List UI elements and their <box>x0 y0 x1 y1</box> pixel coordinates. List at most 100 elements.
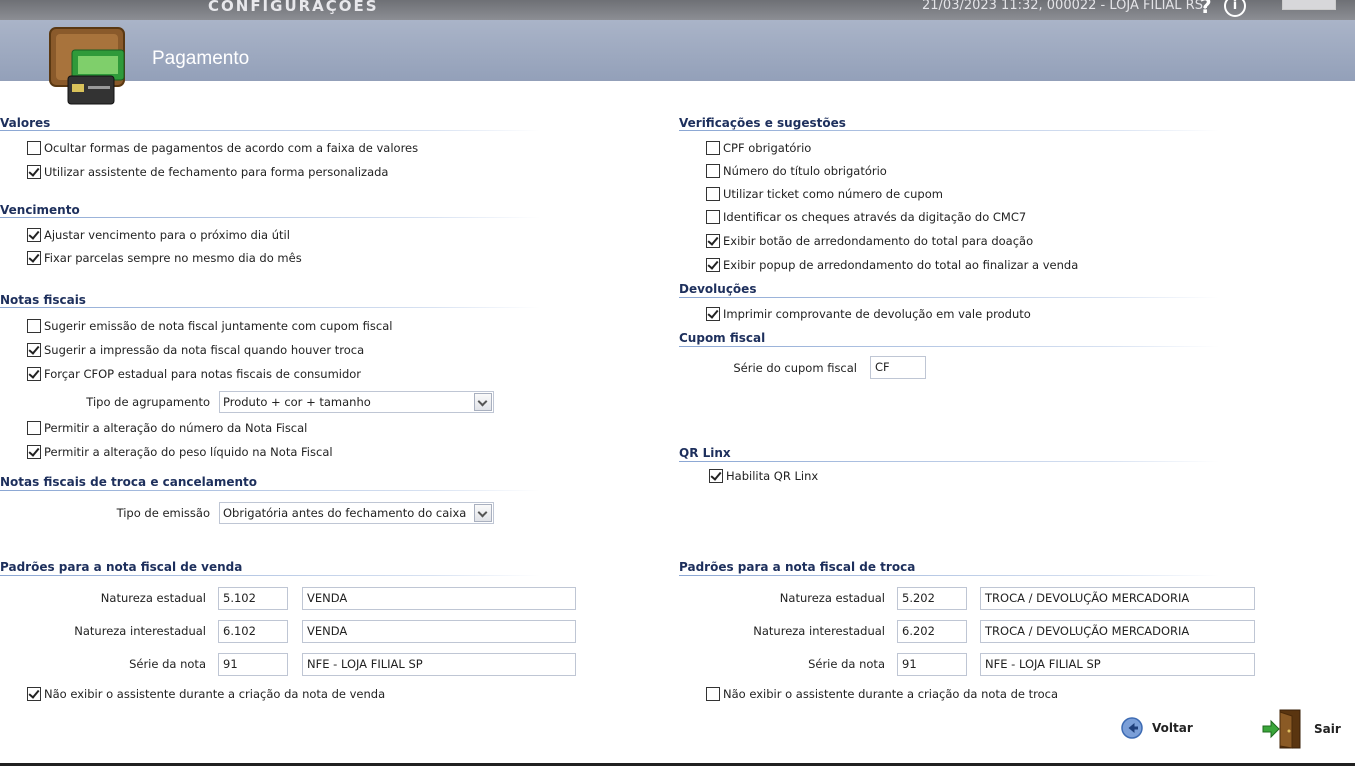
voltar-label: Voltar <box>1152 721 1193 735</box>
troca-natureza-interestadual-code[interactable]: 6.202 <box>897 620 967 643</box>
title-bar: CONFIGURAÇÕES 21/03/2023 11:32, 000022 -… <box>0 0 1355 20</box>
section-padroes-venda: Padrões para a nota fiscal de venda <box>0 560 243 574</box>
checkbox-box[interactable] <box>27 228 41 242</box>
checkbox-box[interactable] <box>706 187 720 201</box>
wallet-icon <box>49 27 125 105</box>
checkbox-box[interactable] <box>709 469 723 483</box>
checkbox-box[interactable] <box>706 687 720 701</box>
checkbox-assistente-fechamento[interactable]: Utilizar assistente de fechamento para f… <box>27 164 388 180</box>
tipo-emissao-label: Tipo de emissão <box>116 506 210 520</box>
section-cupom-fiscal: Cupom fiscal <box>679 331 766 345</box>
venda-serie-code[interactable]: 91 <box>218 653 288 676</box>
sair-button[interactable]: Sair <box>1262 708 1341 750</box>
tipo-agrupamento-label: Tipo de agrupamento <box>86 395 210 409</box>
section-troca-cancelamento: Notas fiscais de troca e cancelamento <box>0 475 258 489</box>
select-value: Obrigatória antes do fechamento do caixa <box>223 506 467 520</box>
checkbox-box[interactable] <box>706 210 720 224</box>
checkbox-popup-arredondamento[interactable]: Exibir popup de arredondamento do total … <box>706 257 1078 273</box>
checkbox-box[interactable] <box>706 164 720 178</box>
venda-natureza-estadual-desc[interactable]: VENDA <box>302 587 576 610</box>
checkbox-box[interactable] <box>27 343 41 357</box>
checkbox-box[interactable] <box>706 307 720 321</box>
troca-natureza-interestadual-label: Natureza interestadual <box>753 624 885 638</box>
venda-natureza-interestadual-desc[interactable]: VENDA <box>302 620 576 643</box>
checkbox-ajustar-vencimento[interactable]: Ajustar vencimento para o próximo dia út… <box>27 227 290 243</box>
checkbox-label: Imprimir comprovante de devolução em val… <box>723 307 1031 321</box>
tipo-emissao-select[interactable]: Obrigatória antes do fechamento do caixa <box>219 502 494 524</box>
divider <box>0 130 540 131</box>
venda-natureza-interestadual-code[interactable]: 6.102 <box>218 620 288 643</box>
info-icon[interactable]: i <box>1224 0 1246 17</box>
venda-natureza-estadual-code[interactable]: 5.102 <box>218 587 288 610</box>
divider <box>679 575 1219 576</box>
checkbox-sugerir-impressao[interactable]: Sugerir a impressão da nota fiscal quand… <box>27 342 364 358</box>
checkbox-box[interactable] <box>27 367 41 381</box>
divider <box>679 297 1219 298</box>
serie-cupom-input[interactable]: CF <box>870 356 926 379</box>
checkbox-forcar-cfop[interactable]: Forçar CFOP estadual para notas fiscais … <box>27 366 361 382</box>
checkbox-botao-arredondamento[interactable]: Exibir botão de arredondamento do total … <box>706 233 1033 249</box>
checkbox-box[interactable] <box>27 687 41 701</box>
window-controls[interactable] <box>1282 0 1336 10</box>
sair-label: Sair <box>1314 722 1341 736</box>
checkbox-cpf-obrigatorio[interactable]: CPF obrigatório <box>706 140 811 156</box>
help-icon[interactable]: ? <box>1200 0 1212 18</box>
back-arrow-icon <box>1121 717 1143 739</box>
checkbox-label: Não exibir o assistente durante a criaçã… <box>723 687 1059 701</box>
troca-natureza-estadual-code[interactable]: 5.202 <box>897 587 967 610</box>
window-title: CONFIGURAÇÕES <box>208 0 379 15</box>
checkbox-sugerir-emissao[interactable]: Sugerir emissão de nota fiscal juntament… <box>27 318 392 334</box>
checkbox-permitir-numero[interactable]: Permitir a alteração do número da Nota F… <box>27 420 307 436</box>
checkbox-nao-exibir-troca[interactable]: Não exibir o assistente durante a criaçã… <box>706 686 1058 702</box>
checkbox-box[interactable] <box>27 251 41 265</box>
venda-serie-label: Série da nota <box>129 657 206 671</box>
checkbox-label: Não exibir o assistente durante a criaçã… <box>44 687 386 701</box>
venda-serie-desc[interactable]: NFE - LOJA FILIAL SP <box>302 653 576 676</box>
divider <box>679 346 1219 347</box>
checkbox-fixar-parcelas[interactable]: Fixar parcelas sempre no mesmo dia do mê… <box>27 250 302 266</box>
header-banner: Pagamento <box>0 20 1355 81</box>
venda-natureza-estadual-label: Natureza estadual <box>100 591 206 605</box>
chevron-down-icon[interactable] <box>474 504 492 522</box>
checkbox-box[interactable] <box>27 319 41 333</box>
checkbox-numero-titulo[interactable]: Número do título obrigatório <box>706 163 887 179</box>
checkbox-label: Utilizar assistente de fechamento para f… <box>44 165 389 179</box>
exit-door-icon <box>1262 709 1301 749</box>
checkbox-label: Sugerir emissão de nota fiscal juntament… <box>44 319 393 333</box>
checkbox-box[interactable] <box>27 165 41 179</box>
section-notas-fiscais: Notas fiscais <box>0 293 86 307</box>
section-padroes-troca: Padrões para a nota fiscal de troca <box>679 560 916 574</box>
voltar-button[interactable]: Voltar <box>1120 716 1193 740</box>
checkbox-box[interactable] <box>27 141 41 155</box>
section-devolucoes: Devoluções <box>679 282 757 296</box>
checkbox-permitir-peso[interactable]: Permitir a alteração do peso líquido na … <box>27 444 333 460</box>
checkbox-box[interactable] <box>27 421 41 435</box>
checkbox-box[interactable] <box>27 445 41 459</box>
section-qr-linx: QR Linx <box>679 446 731 460</box>
serie-cupom-label: Série do cupom fiscal <box>733 361 857 375</box>
checkbox-nao-exibir-venda[interactable]: Não exibir o assistente durante a criaçã… <box>27 686 385 702</box>
checkbox-ocultar-formas[interactable]: Ocultar formas de pagamentos de acordo c… <box>27 140 418 156</box>
troca-serie-desc[interactable]: NFE - LOJA FILIAL SP <box>980 653 1255 676</box>
checkbox-label: Habilita QR Linx <box>726 469 819 483</box>
divider <box>0 575 540 576</box>
checkbox-box[interactable] <box>706 234 720 248</box>
checkbox-box[interactable] <box>706 141 720 155</box>
session-info: 21/03/2023 11:32, 000022 - LOJA FILIAL R… <box>922 0 1208 13</box>
select-value: Produto + cor + tamanho <box>223 395 371 409</box>
chevron-down-icon[interactable] <box>474 393 492 411</box>
troca-serie-label: Série da nota <box>808 657 885 671</box>
checkbox-label: Exibir popup de arredondamento do total … <box>723 258 1079 272</box>
checkbox-ticket-cupom[interactable]: Utilizar ticket como número de cupom <box>706 186 943 202</box>
checkbox-habilita-qr-linx[interactable]: Habilita QR Linx <box>709 468 818 484</box>
checkbox-label: Exibir botão de arredondamento do total … <box>723 234 1034 248</box>
troca-natureza-estadual-desc[interactable]: TROCA / DEVOLUÇÃO MERCADORIA <box>980 587 1255 610</box>
checkbox-cheques-cmc7[interactable]: Identificar os cheques através da digita… <box>706 209 1026 225</box>
tipo-agrupamento-select[interactable]: Produto + cor + tamanho <box>219 391 494 413</box>
troca-serie-code[interactable]: 91 <box>897 653 967 676</box>
checkbox-box[interactable] <box>706 258 720 272</box>
troca-natureza-interestadual-desc[interactable]: TROCA / DEVOLUÇÃO MERCADORIA <box>980 620 1255 643</box>
checkbox-label: Permitir a alteração do número da Nota F… <box>44 421 308 435</box>
checkbox-label: Ocultar formas de pagamentos de acordo c… <box>44 141 419 155</box>
checkbox-imprimir-comprovante[interactable]: Imprimir comprovante de devolução em val… <box>706 306 1031 322</box>
